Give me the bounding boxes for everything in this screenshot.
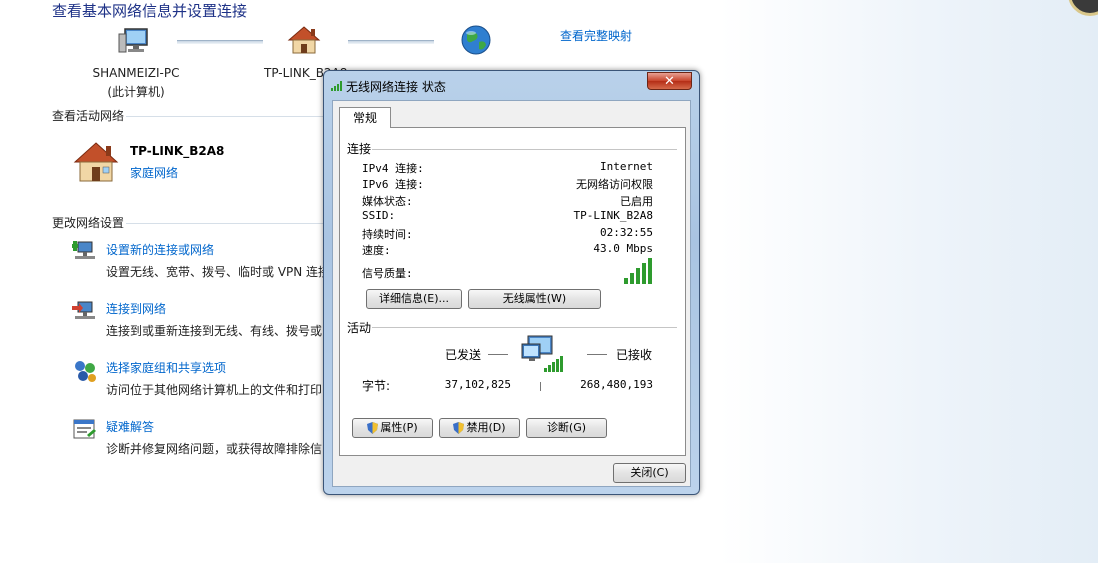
signal-bar [630,273,634,284]
uac-shield-icon [367,422,379,434]
field-label: 持续时间: [362,228,413,241]
computer-node-label: SHANMEIZI-PC [92,66,180,80]
signal-bar [648,258,652,284]
field-value: TP-LINK_B2A8 [573,209,653,222]
network-type-link[interactable]: 家庭网络 [130,164,178,181]
field-label: SSID: [362,209,396,222]
field-label: IPv4 连接: [362,162,424,175]
field-value: Internet [600,160,653,173]
page-title: 查看基本网络信息并设置连接 [52,2,248,20]
received-label: 已接收 [616,348,653,362]
homegroup-icon [72,358,98,384]
activity-group-title: 活动 [347,321,372,335]
details-button[interactable]: 详细信息(E)... [366,289,462,309]
task-link-homegroup[interactable]: 选择家庭组和共享选项 [106,359,226,376]
sent-label: 已发送 [445,348,482,362]
task-link-troubleshoot[interactable]: 疑难解答 [106,418,154,435]
change-settings-title: 更改网络设置 [52,216,125,230]
close-icon[interactable]: ✕ [647,72,692,90]
wireless-status-dialog: 无线网络连接 状态 ✕ 常规 连接 IPv4 连接: Internet IPv6… [323,70,700,495]
desktop-background [720,0,1098,563]
globe-icon[interactable] [459,24,493,56]
house-icon[interactable] [287,24,321,56]
active-network-name: TP-LINK_B2A8 [130,144,225,158]
map-link-line [348,40,434,44]
close-button[interactable]: 关闭(C) [613,463,686,483]
active-networks-title: 查看活动网络 [52,109,125,123]
wireless-properties-button[interactable]: 无线属性(W) [468,289,601,309]
task-desc: 设置无线、宽带、拨号、临时或 VPN 连接 [106,265,324,279]
uac-shield-icon [453,422,465,434]
field-value: 已启用 [620,195,653,208]
signal-bar [636,268,640,284]
disable-button-label: 禁用(D) [466,421,506,434]
house-icon [72,140,120,184]
disable-button[interactable]: 禁用(D) [439,418,520,438]
group-divider [372,149,677,150]
signal-quality-label: 信号质量: [362,267,413,280]
dialog-body: 常规 连接 IPv4 连接: Internet IPv6 连接: 无网络访问权限… [332,100,691,487]
left-strip [0,0,30,563]
computer-node-sublabel: (此计算机) [107,85,165,99]
section-divider [126,223,324,224]
field-value: 43.0 Mbps [593,242,653,255]
troubleshoot-icon [72,417,98,443]
activity-divider [540,382,541,391]
field-value: 无网络访问权限 [576,178,653,191]
bytes-received-value: 268,480,193 [580,378,653,391]
diagnose-button[interactable]: 诊断(G) [526,418,607,438]
signal-bar [642,263,646,284]
bytes-label: 字节: [362,379,391,393]
group-divider [372,327,677,328]
dialog-title: 无线网络连接 状态 [346,80,446,94]
connect-network-icon [72,298,98,324]
section-divider [126,116,324,117]
task-link-new-connection[interactable]: 设置新的连接或网络 [106,241,214,258]
computer-icon[interactable] [117,26,151,58]
field-label: 媒体状态: [362,195,413,208]
connection-group-title: 连接 [347,142,372,156]
properties-button[interactable]: 属性(P) [352,418,433,438]
field-value: 02:32:55 [600,226,653,239]
properties-button-label: 属性(P) [380,421,418,434]
signal-bar [624,278,628,284]
map-link-line [177,40,263,44]
network-computers-icon [518,332,566,383]
bytes-sent-value: 37,102,825 [444,378,511,391]
activity-dash [488,354,508,355]
full-map-link[interactable]: 查看完整映射 [560,27,632,44]
tab-page-general: 连接 IPv4 连接: Internet IPv6 连接: 无网络访问权限 媒体… [339,127,686,456]
task-desc: 连接到或重新连接到无线、有线、拨号或 [106,324,323,338]
field-label: 速度: [362,244,391,257]
new-connection-icon [72,238,98,264]
signal-icon [331,80,343,94]
field-label: IPv6 连接: [362,178,424,191]
task-desc: 访问位于其他网络计算机上的文件和打印 [106,383,323,397]
task-link-connect-network[interactable]: 连接到网络 [106,300,166,317]
task-desc: 诊断并修复网络问题，或获得故障排除信 [106,442,323,456]
activity-dash [587,354,607,355]
signal-strength-icon [622,258,654,287]
tab-general[interactable]: 常规 [339,107,391,128]
